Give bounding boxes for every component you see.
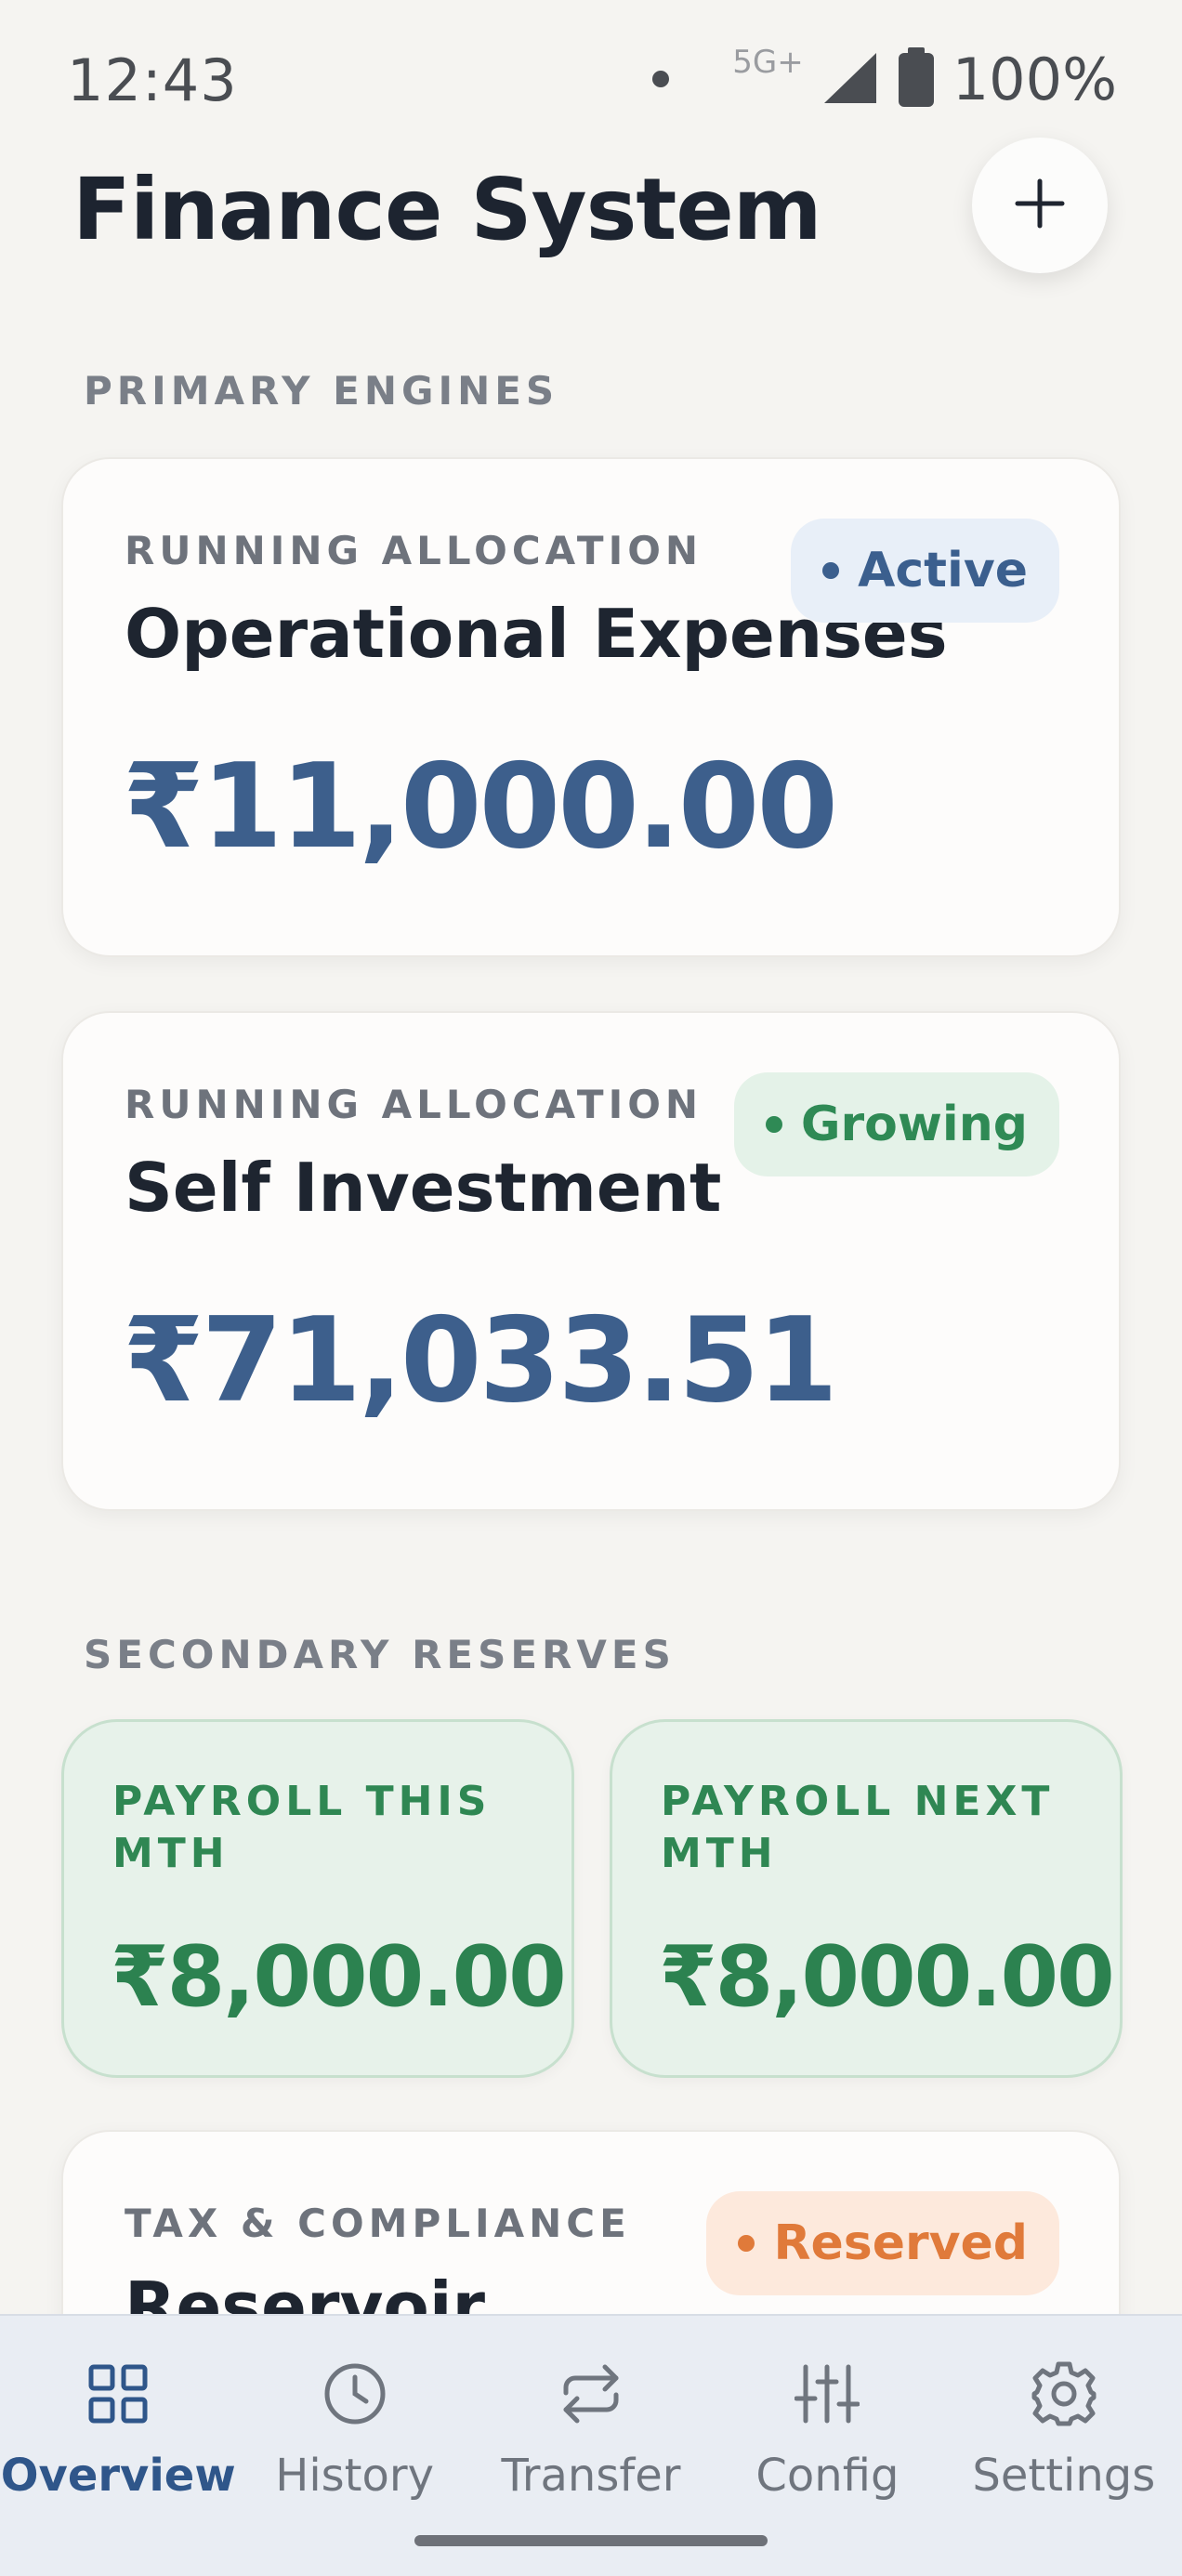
transfer-icon xyxy=(556,2359,626,2429)
card-title: Self Investment xyxy=(125,1149,722,1227)
reserve-amount: ₹8,000.00 xyxy=(659,1928,1115,2026)
status-badge-reserved: Reserved xyxy=(706,2191,1059,2295)
nav-label: Settings xyxy=(972,2450,1156,2502)
status-badge-growing: Growing xyxy=(733,1072,1059,1176)
section-label-secondary: SECONDARY RESERVES xyxy=(84,1632,676,1677)
network-label: 5G+ xyxy=(732,44,804,81)
nav-item-overview[interactable]: Overview xyxy=(0,2316,236,2576)
badge-dot-icon xyxy=(765,1116,782,1133)
reserve-card-payroll-next-month[interactable]: PAYROLL NEXT MTH ₹8,000.00 xyxy=(610,1719,1123,2078)
card-self-investment[interactable]: RUNNING ALLOCATION Self Investment ₹71,0… xyxy=(61,1011,1121,1511)
badge-label: Growing xyxy=(800,1097,1028,1152)
reserve-amount: ₹8,000.00 xyxy=(111,1928,567,2026)
signal-icon xyxy=(821,49,880,109)
status-badge-active: Active xyxy=(791,519,1059,623)
nav-label: Config xyxy=(755,2450,900,2502)
card-eyebrow: RUNNING ALLOCATION xyxy=(125,1082,703,1127)
status-bar: 12:43 5G+ 100% xyxy=(0,0,1182,158)
gear-icon xyxy=(1029,2359,1099,2429)
card-eyebrow: RUNNING ALLOCATION xyxy=(125,528,703,573)
sliders-icon xyxy=(792,2359,862,2429)
status-indicators: 5G+ 100% xyxy=(652,44,1117,113)
card-amount: ₹11,000.00 xyxy=(123,738,838,874)
badge-label: Active xyxy=(858,543,1028,598)
nav-label: History xyxy=(275,2450,434,2502)
battery-icon xyxy=(897,47,936,111)
clock-icon xyxy=(320,2359,390,2429)
status-time: 12:43 xyxy=(67,46,238,114)
grid-icon xyxy=(83,2359,153,2429)
card-amount: ₹71,033.51 xyxy=(123,1292,838,1428)
reserve-label: PAYROLL NEXT MTH xyxy=(661,1778,1055,1877)
reserve-card-payroll-this-month[interactable]: PAYROLL THIS MTH ₹8,000.00 xyxy=(61,1719,574,2078)
badge-label: Reserved xyxy=(773,2215,1028,2271)
home-indicator[interactable] xyxy=(414,2535,768,2546)
add-button[interactable] xyxy=(972,138,1108,273)
nav-label: Transfer xyxy=(501,2450,681,2502)
nav-item-settings[interactable]: Settings xyxy=(946,2316,1182,2576)
card-operational-expenses[interactable]: RUNNING ALLOCATION Operational Expenses … xyxy=(61,457,1121,957)
nav-label: Overview xyxy=(0,2450,236,2502)
page-title: Finance System xyxy=(72,160,822,259)
battery-level: 100% xyxy=(952,45,1117,113)
badge-dot-icon xyxy=(738,2235,755,2252)
reserve-label: PAYROLL THIS MTH xyxy=(112,1778,492,1877)
notification-dot-icon xyxy=(652,71,670,87)
plus-icon xyxy=(1014,177,1066,233)
badge-dot-icon xyxy=(822,562,840,579)
card-eyebrow: TAX & COMPLIANCE xyxy=(125,2201,631,2246)
section-label-primary: PRIMARY ENGINES xyxy=(84,368,559,414)
